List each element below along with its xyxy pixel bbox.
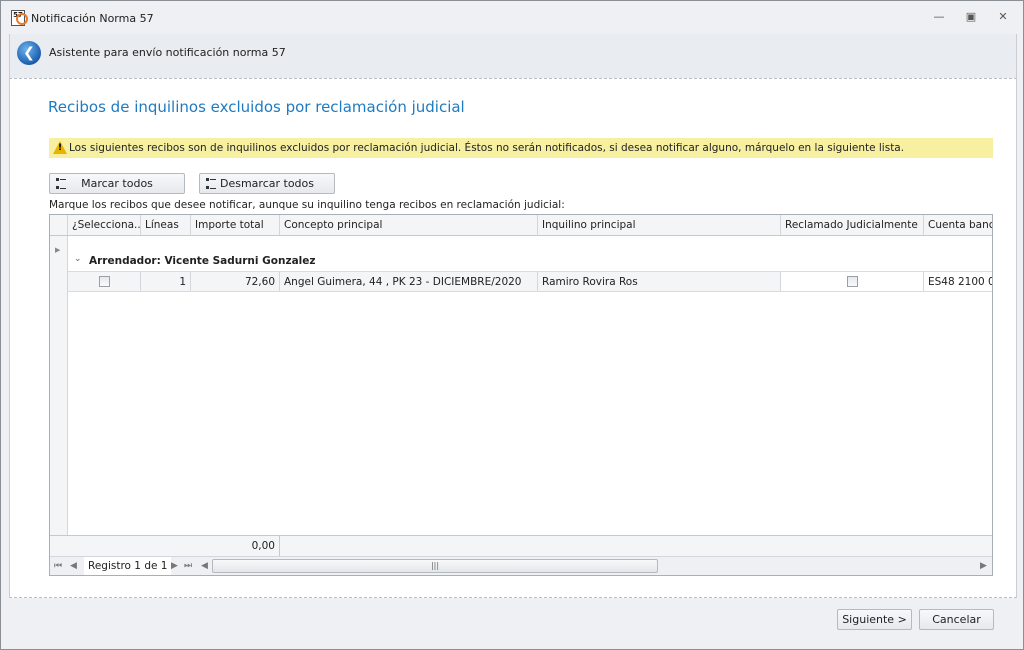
- scroll-right-icon[interactable]: ▶: [980, 557, 987, 575]
- inquilino-cell: Ramiro Rovira Ros: [538, 272, 781, 291]
- close-button[interactable]: ✕: [993, 10, 1013, 26]
- page-heading: Recibos de inquilinos excluidos por recl…: [48, 98, 465, 116]
- column-header-selected[interactable]: ¿Selecciona...: [68, 215, 141, 235]
- wizard-content: Recibos de inquilinos excluidos por recl…: [9, 78, 1017, 598]
- next-record-icon[interactable]: ▶: [171, 557, 178, 575]
- group-row[interactable]: ⌄ Arrendador: Vicente Sadurni Gonzalez: [68, 236, 992, 271]
- unmark-all-label: Desmarcar todos: [220, 177, 314, 190]
- column-header-importe[interactable]: Importe total: [191, 215, 280, 235]
- mark-all-button[interactable]: Marcar todos: [49, 173, 185, 194]
- list-icon: [206, 178, 217, 189]
- chevron-down-icon[interactable]: ⌄: [74, 254, 82, 264]
- warning-text: Los siguientes recibos son de inquilinos…: [69, 142, 905, 154]
- list-icon: [56, 178, 67, 189]
- scroll-left-icon[interactable]: ◀: [201, 557, 208, 575]
- wizard-header: ❮ Asistente para envío notificación norm…: [9, 34, 1017, 78]
- row-indicator-column: ▶: [50, 236, 68, 535]
- select-checkbox-cell[interactable]: [68, 272, 141, 291]
- record-navigator: ⏮ ◀ Registro 1 de 1 ▶ ⏭ ◀ ||| ▶: [50, 556, 992, 575]
- cancel-label: Cancelar: [932, 613, 981, 626]
- grid-header: ¿Selecciona... Líneas Importe total Conc…: [50, 215, 992, 236]
- next-button[interactable]: Siguiente >: [837, 609, 912, 630]
- select-checkbox[interactable]: [98, 276, 110, 287]
- horizontal-scrollbar-thumb[interactable]: |||: [212, 559, 658, 573]
- title-bar: 57 Notificación Norma 57 — ▣ ✕: [1, 1, 1023, 34]
- minimize-button[interactable]: —: [929, 10, 949, 26]
- reclamado-checkbox-cell[interactable]: [781, 272, 924, 291]
- group-label: Arrendador: Vicente Sadurni Gonzalez: [89, 255, 316, 267]
- prev-record-icon[interactable]: ◀: [70, 557, 77, 575]
- importe-cell: 72,60: [191, 272, 280, 291]
- last-record-icon[interactable]: ⏭: [184, 557, 192, 575]
- cuenta-cell: ES48 2100 09: [928, 276, 992, 288]
- totals-row: 0,00: [50, 535, 992, 556]
- warning-banner: ! Los siguientes recibos son de inquilin…: [49, 138, 993, 158]
- window: 57 Notificación Norma 57 — ▣ ✕ ❮ Asisten…: [0, 0, 1024, 650]
- reclamado-checkbox[interactable]: [846, 276, 858, 287]
- row-pointer-icon: ▶: [55, 246, 61, 254]
- maximize-button[interactable]: ▣: [961, 10, 981, 26]
- warning-icon: !: [53, 141, 67, 154]
- receipts-grid: ¿Selecciona... Líneas Importe total Conc…: [49, 214, 993, 576]
- concepto-cell: Angel Guimera, 44 , PK 23 - DICIEMBRE/20…: [280, 272, 538, 291]
- total-importe: 0,00: [191, 536, 280, 556]
- column-header-cuenta[interactable]: Cuenta banca: [924, 215, 992, 235]
- column-header-reclamado[interactable]: Reclamado Judicialmente: [781, 215, 924, 235]
- table-row[interactable]: 1 72,60 Angel Guimera, 44 , PK 23 - DICI…: [68, 271, 992, 292]
- header-indicator: [50, 215, 68, 235]
- lineas-cell: 1: [141, 272, 191, 291]
- column-header-lineas[interactable]: Líneas: [141, 215, 191, 235]
- first-record-icon[interactable]: ⏮: [54, 557, 62, 575]
- back-arrow-icon[interactable]: ❮: [17, 41, 41, 65]
- cancel-button[interactable]: Cancelar: [919, 609, 994, 630]
- next-label: Siguiente >: [842, 613, 907, 626]
- mark-all-label: Marcar todos: [81, 177, 153, 190]
- window-title: Notificación Norma 57: [31, 12, 154, 25]
- app-icon: 57: [11, 10, 28, 26]
- column-header-concepto[interactable]: Concepto principal: [280, 215, 538, 235]
- instruction-label: Marque los recibos que desee notificar, …: [49, 199, 565, 211]
- wizard-title: Asistente para envío notificación norma …: [49, 46, 286, 59]
- unmark-all-button[interactable]: Desmarcar todos: [199, 173, 335, 194]
- record-counter: Registro 1 de 1: [84, 557, 172, 575]
- column-header-inquilino[interactable]: Inquilino principal: [538, 215, 781, 235]
